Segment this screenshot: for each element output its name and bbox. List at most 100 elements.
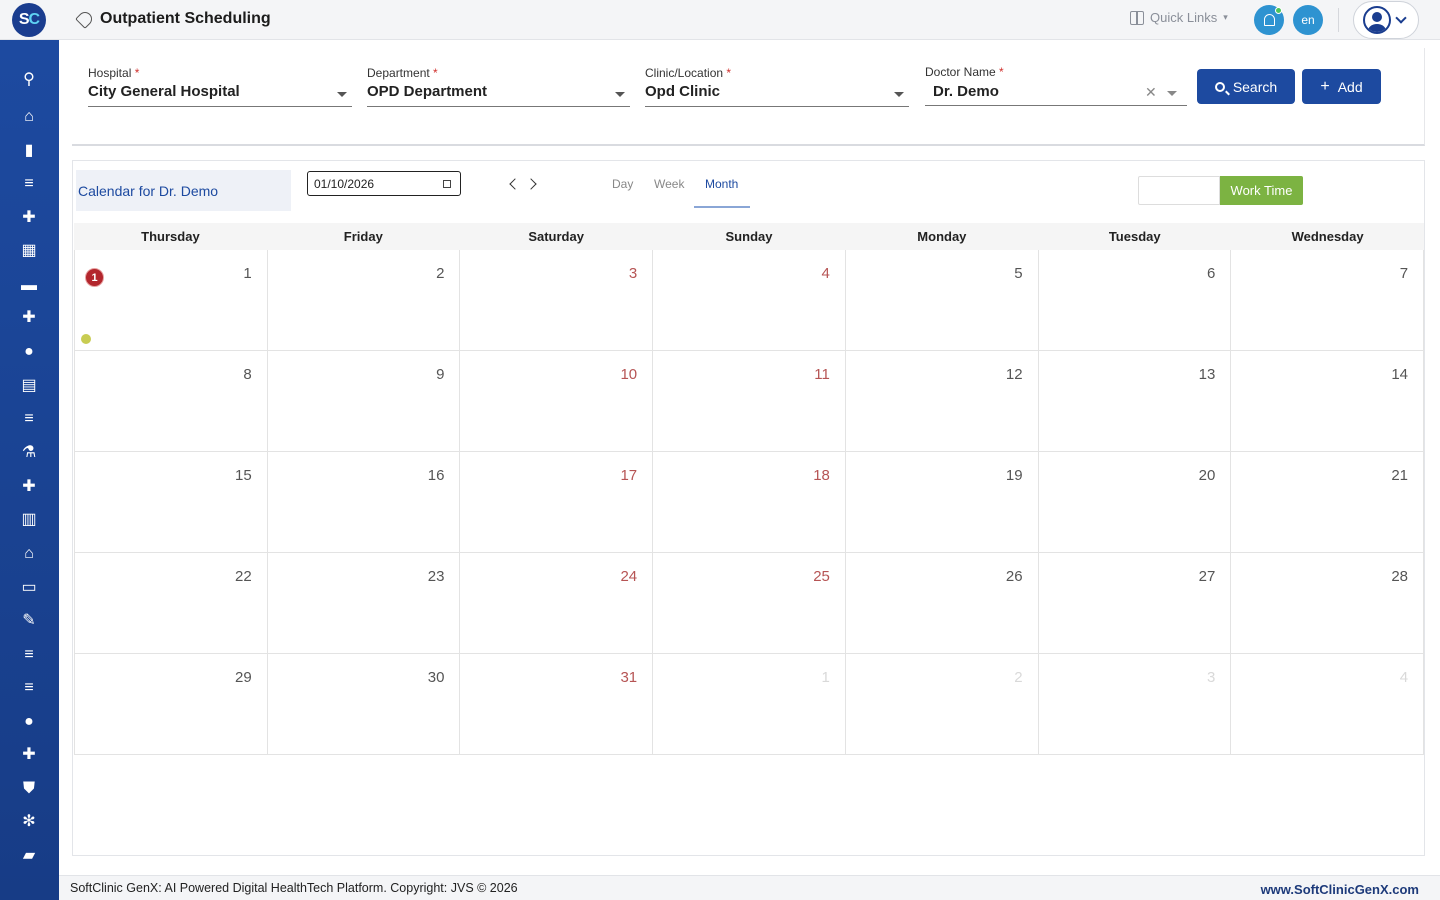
app-logo[interactable]: SC (12, 3, 46, 37)
weekday-sunday: Sunday (725, 229, 773, 244)
hub-icon[interactable]: ✻ (19, 812, 39, 832)
next-month-icon[interactable] (525, 178, 537, 190)
day-cell[interactable]: 16 (266, 452, 460, 552)
folder-icon[interactable]: ▰ (19, 846, 39, 866)
day-number: 4 (821, 265, 830, 282)
day-cell[interactable]: 26 (844, 553, 1038, 653)
dropdown-caret-icon[interactable] (337, 92, 347, 97)
gift-icon (1130, 10, 1144, 25)
receipt-icon[interactable]: ▤ (19, 376, 39, 396)
warehouse-icon[interactable]: ⌂ (19, 544, 39, 564)
day-number: 9 (436, 366, 445, 383)
day-cell[interactable]: 10 (459, 351, 652, 451)
week-row: 112 3 4 567 (74, 250, 1425, 351)
pharmacy-icon[interactable]: ⚗ (19, 443, 39, 463)
calendar-picker-icon[interactable] (443, 180, 451, 188)
day-cell[interactable]: 25 (652, 553, 845, 653)
language-button[interactable]: en (1293, 5, 1323, 35)
department-field[interactable]: Department * OPD Department (367, 66, 630, 107)
day-cell[interactable]: 13 (1037, 351, 1231, 451)
day-cell[interactable]: 4 (652, 250, 845, 350)
day-cell[interactable]: 11 (74, 250, 267, 350)
day-cell[interactable]: 18 (652, 452, 845, 552)
day-cell[interactable]: 5 (844, 250, 1038, 350)
doctor-field[interactable]: Doctor Name * Dr. Demo ✕ (925, 65, 1187, 106)
event-count-badge[interactable]: 1 (85, 268, 104, 287)
filter-card: Hospital * City General Hospital Departm… (72, 48, 1425, 146)
day-cell[interactable]: 17 (459, 452, 652, 552)
day-cell[interactable]: 3 (459, 250, 652, 350)
list-icon-3[interactable]: ≡ (19, 678, 39, 698)
work-time-input[interactable] (1138, 176, 1220, 205)
medical-bag-icon[interactable]: ✚ (19, 208, 39, 228)
day-cell[interactable]: 23 (266, 553, 460, 653)
medicine-bottle-icon[interactable]: ✚ (19, 477, 39, 497)
home-icon[interactable]: ⌂ (19, 107, 39, 127)
calendar-icon[interactable]: ▦ (19, 241, 39, 261)
tab-month[interactable]: Month (705, 177, 738, 191)
hospital-field[interactable]: Hospital * City General Hospital (88, 66, 352, 107)
day-number: 3 (628, 265, 638, 282)
prev-month-icon[interactable] (509, 178, 521, 190)
day-cell[interactable]: 8 (74, 351, 267, 451)
add-box-icon[interactable]: ✚ (19, 745, 39, 765)
day-cell[interactable]: 2 (844, 654, 1038, 754)
drop-icon[interactable]: ● (19, 712, 39, 732)
dropdown-caret-icon[interactable] (1167, 91, 1177, 96)
list-icon-2[interactable]: ≡ (19, 645, 39, 665)
add-button[interactable]: + Add (1302, 69, 1381, 104)
day-number: 5 (1014, 265, 1023, 282)
day-cell[interactable]: 4 (1230, 654, 1425, 754)
day-cell[interactable]: 20 (1037, 452, 1231, 552)
day-cell[interactable]: 11 (652, 351, 845, 451)
bed-icon[interactable]: ▬ (19, 276, 39, 296)
day-cell[interactable]: 9 (266, 351, 460, 451)
day-cell[interactable]: 14 (1230, 351, 1425, 451)
tab-day[interactable]: Day (612, 177, 633, 191)
day-cell[interactable]: 2 (266, 250, 460, 350)
day-cell[interactable]: 28 (1230, 553, 1425, 653)
day-cell[interactable]: 29 (74, 654, 267, 754)
day-cell[interactable]: 12 (844, 351, 1038, 451)
day-cell[interactable]: 27 (1037, 553, 1231, 653)
day-number: 4 (1399, 669, 1409, 686)
day-cell[interactable]: 3 (1037, 654, 1231, 754)
footer-website-link[interactable]: www.SoftClinicGenX.com (1261, 882, 1419, 897)
search-button[interactable]: Search (1197, 69, 1295, 104)
day-cell[interactable]: 24 (459, 553, 652, 653)
profile-menu-button[interactable] (1353, 1, 1419, 39)
day-cell[interactable]: 6 (1037, 250, 1231, 350)
day-number: 18 (813, 467, 830, 484)
day-cell[interactable]: 7 (1230, 250, 1425, 350)
search-icon[interactable]: ⚲ (19, 70, 39, 90)
day-cell[interactable]: 15 (74, 452, 267, 552)
day-cell[interactable]: 30 (266, 654, 460, 754)
field-underline (88, 106, 352, 107)
devices-icon[interactable]: ▭ (19, 578, 39, 598)
week-row: 15 16 17 18 19 20 21 (74, 452, 1425, 553)
event-dot[interactable] (81, 334, 91, 344)
footer-copyright: SoftClinic GenX: AI Powered Digital Heal… (70, 881, 518, 895)
date-input[interactable]: 01/10/2026 (307, 171, 461, 196)
shield-icon[interactable]: ⛊ (19, 779, 39, 799)
clinic-field[interactable]: Clinic/Location * Opd Clinic (645, 66, 909, 107)
person-icon[interactable]: ● (19, 342, 39, 362)
dropdown-caret-icon[interactable] (894, 92, 904, 97)
bar-chart-icon[interactable]: ▮ (19, 141, 39, 161)
quick-links-button[interactable]: Quick Links ▾ (1130, 10, 1228, 25)
dropdown-caret-icon[interactable] (615, 92, 625, 97)
menu-icon[interactable]: ≡ (19, 174, 39, 194)
tab-week[interactable]: Week (654, 177, 684, 191)
work-time-button[interactable]: Work Time (1220, 176, 1303, 205)
hospital-plus-icon[interactable]: ✚ (19, 308, 39, 328)
clear-icon[interactable]: ✕ (1145, 84, 1157, 101)
day-cell[interactable]: 31 (459, 654, 652, 754)
notifications-button[interactable] (1254, 5, 1284, 35)
day-cell[interactable]: 22 (74, 553, 267, 653)
day-cell[interactable]: 1 (652, 654, 845, 754)
list-icon[interactable]: ≡ (19, 409, 39, 429)
wrench-icon[interactable]: ✎ (19, 611, 39, 631)
day-cell[interactable]: 19 (844, 452, 1038, 552)
book-icon[interactable]: ▥ (19, 510, 39, 530)
day-cell[interactable]: 21 (1230, 452, 1425, 552)
